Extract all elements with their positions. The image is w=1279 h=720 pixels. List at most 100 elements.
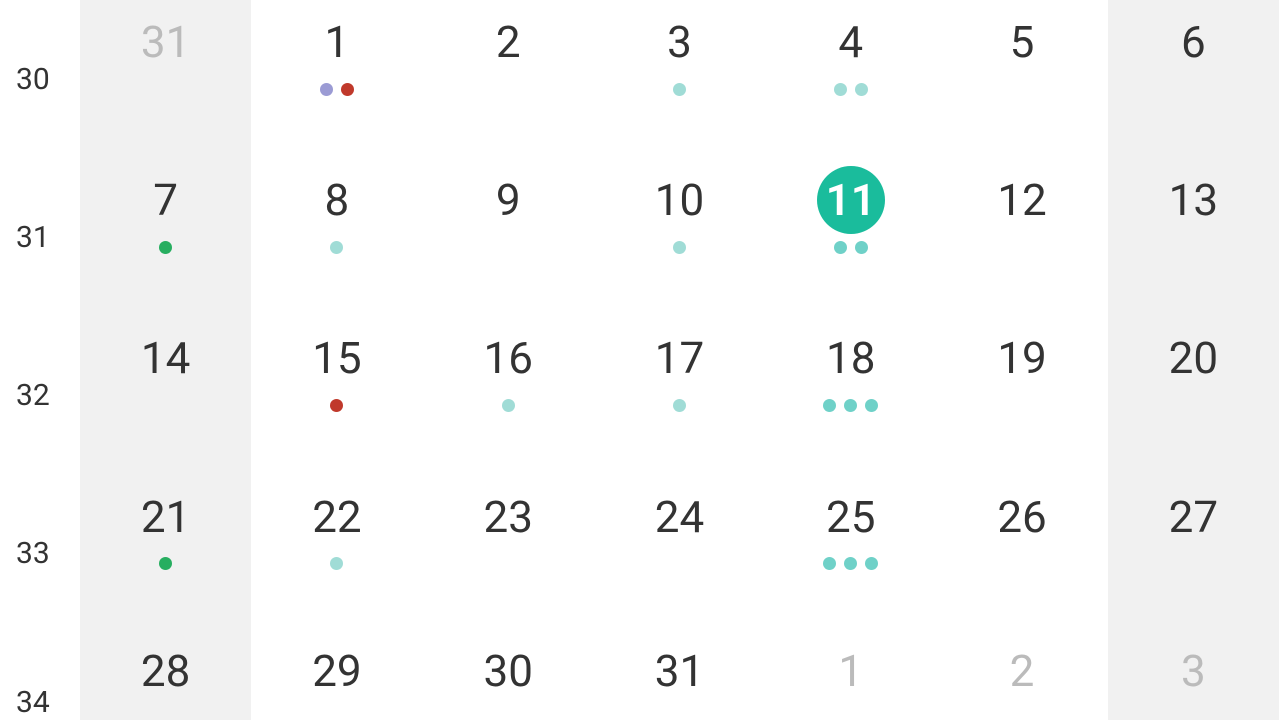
calendar-day-cell[interactable]: 31: [80, 0, 251, 158]
calendar-day-cell[interactable]: 3: [1108, 633, 1279, 720]
event-dot-icon: [823, 557, 836, 570]
calendar-days-grid: 3112345678910111213141516171819202122232…: [80, 0, 1279, 720]
calendar-week-row: 7 8 9 10 11 12 13: [80, 158, 1279, 316]
event-indicator-row: [320, 82, 354, 96]
calendar-day-cell[interactable]: 12: [936, 158, 1107, 316]
week-number: 33: [0, 475, 80, 633]
week-number: 30: [0, 0, 80, 158]
calendar-day-cell[interactable]: 2: [423, 0, 594, 158]
calendar-day-cell[interactable]: 1: [251, 0, 422, 158]
calendar-day-cell[interactable]: 25: [765, 475, 936, 633]
calendar-day-number: 8: [303, 166, 371, 234]
calendar-day-number: 2: [474, 8, 542, 76]
event-indicator-row: [159, 240, 172, 254]
event-indicator-row: [673, 240, 686, 254]
calendar-day-number: 3: [645, 8, 713, 76]
calendar-day-cell[interactable]: 24: [594, 475, 765, 633]
calendar-day-number: 7: [132, 166, 200, 234]
calendar-day-number: 20: [1159, 324, 1227, 392]
event-dot-icon: [673, 399, 686, 412]
calendar-week-row: 14 15 16 1718 19 20: [80, 316, 1279, 474]
event-dot-icon: [673, 83, 686, 96]
calendar-day-number: 31: [132, 8, 200, 76]
calendar-day-number: 12: [988, 166, 1056, 234]
event-indicator-row: [159, 557, 172, 571]
calendar-day-cell[interactable]: 27: [1108, 475, 1279, 633]
week-number-column: 3031323334: [0, 0, 80, 720]
event-indicator-row: [330, 240, 343, 254]
calendar-week-row: 21 22 23 24 25 26 27: [80, 475, 1279, 633]
calendar-day-cell[interactable]: 29: [251, 633, 422, 720]
calendar-day-number: 16: [474, 324, 542, 392]
calendar-day-cell[interactable]: 17: [594, 316, 765, 474]
calendar-day-number: 15: [303, 324, 371, 392]
calendar-day-number: 9: [474, 166, 542, 234]
calendar-day-cell[interactable]: 7: [80, 158, 251, 316]
calendar-day-cell[interactable]: 14: [80, 316, 251, 474]
calendar-day-cell[interactable]: 31: [594, 633, 765, 720]
calendar-day-number: 21: [132, 483, 200, 551]
calendar-day-cell[interactable]: 2: [936, 633, 1107, 720]
calendar-day-number: 19: [988, 324, 1056, 392]
calendar-day-number: 5: [988, 8, 1056, 76]
calendar-day-number: 30: [474, 637, 542, 705]
calendar-day-cell[interactable]: 19: [936, 316, 1107, 474]
event-dot-icon: [320, 83, 333, 96]
week-number: 32: [0, 316, 80, 474]
event-indicator-row: [673, 398, 686, 412]
calendar-day-cell[interactable]: 26: [936, 475, 1107, 633]
calendar-day-cell[interactable]: 16: [423, 316, 594, 474]
calendar-week-row: 28 29 30 31123: [80, 633, 1279, 720]
event-dot-icon: [834, 241, 847, 254]
calendar-day-number: 29: [303, 637, 371, 705]
calendar-day-number: 25: [817, 483, 885, 551]
calendar-day-number: 27: [1159, 483, 1227, 551]
calendar-day-cell[interactable]: 23: [423, 475, 594, 633]
calendar-day-number: 2: [988, 637, 1056, 705]
event-dot-icon: [159, 241, 172, 254]
calendar-day-cell[interactable]: 4: [765, 0, 936, 158]
event-dot-icon: [844, 399, 857, 412]
calendar-day-cell[interactable]: 9: [423, 158, 594, 316]
event-dot-icon: [823, 399, 836, 412]
calendar-day-cell[interactable]: 21: [80, 475, 251, 633]
calendar-day-cell[interactable]: 20: [1108, 316, 1279, 474]
calendar-day-cell[interactable]: 3: [594, 0, 765, 158]
calendar-day-number: 10: [645, 166, 713, 234]
calendar-day-number: 1: [303, 8, 371, 76]
event-indicator-row: [823, 557, 878, 571]
week-number: 31: [0, 158, 80, 316]
calendar-day-cell[interactable]: 18: [765, 316, 936, 474]
calendar-day-number: 24: [645, 483, 713, 551]
calendar-day-cell[interactable]: 11: [765, 158, 936, 316]
event-dot-icon: [330, 557, 343, 570]
event-indicator-row: [834, 82, 868, 96]
calendar-day-cell[interactable]: 22: [251, 475, 422, 633]
event-dot-icon: [330, 241, 343, 254]
calendar-day-cell[interactable]: 10: [594, 158, 765, 316]
calendar-day-cell[interactable]: 28: [80, 633, 251, 720]
event-dot-icon: [341, 83, 354, 96]
event-dot-icon: [865, 557, 878, 570]
calendar-day-number: 26: [988, 483, 1056, 551]
event-indicator-row: [330, 398, 343, 412]
calendar-day-cell[interactable]: 1: [765, 633, 936, 720]
week-number: 34: [0, 633, 80, 720]
calendar-day-cell[interactable]: 13: [1108, 158, 1279, 316]
calendar-day-number: 14: [132, 324, 200, 392]
calendar-day-cell[interactable]: 30: [423, 633, 594, 720]
event-dot-icon: [673, 241, 686, 254]
calendar-day-cell[interactable]: 15: [251, 316, 422, 474]
calendar-day-number: 23: [474, 483, 542, 551]
calendar-day-cell[interactable]: 6: [1108, 0, 1279, 158]
calendar-day-cell[interactable]: 5: [936, 0, 1107, 158]
event-dot-icon: [834, 83, 847, 96]
event-dot-icon: [502, 399, 515, 412]
calendar-week-row: 31 1 2 345 6: [80, 0, 1279, 158]
calendar-day-number: 28: [132, 637, 200, 705]
calendar-day-cell[interactable]: 8: [251, 158, 422, 316]
calendar-day-today: 11: [817, 166, 885, 234]
event-dot-icon: [330, 399, 343, 412]
calendar-day-number: 22: [303, 483, 371, 551]
calendar-day-number: 6: [1159, 8, 1227, 76]
